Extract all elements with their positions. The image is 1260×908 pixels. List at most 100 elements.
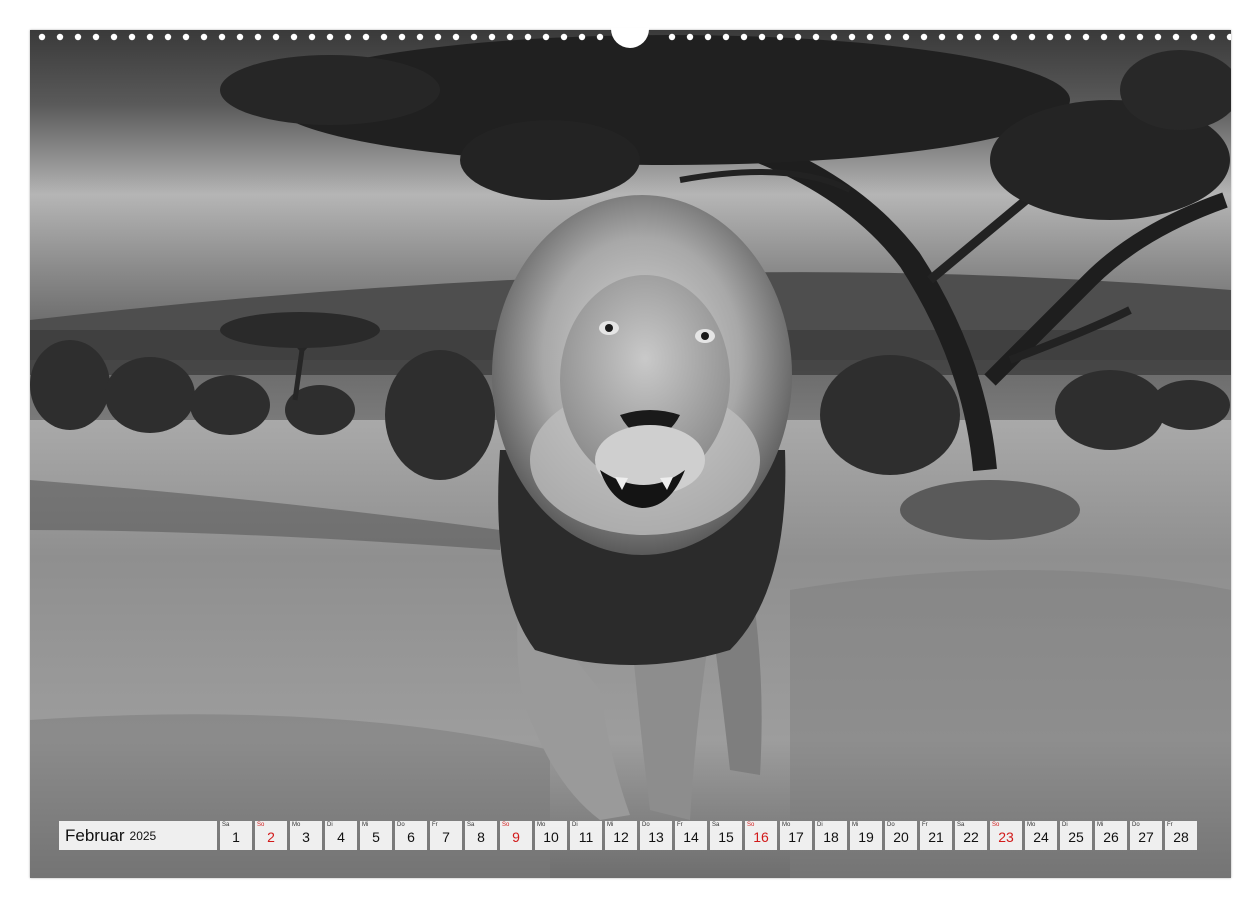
binding-hole	[164, 33, 172, 41]
day-cell: Mi 19	[850, 821, 882, 850]
weekday-label: Mi	[1097, 822, 1104, 828]
binding-hole	[1100, 33, 1108, 41]
binding-hole	[1010, 33, 1018, 41]
binding-hole	[830, 33, 838, 41]
day-cell: Di 11	[570, 821, 602, 850]
day-number: 12	[613, 829, 629, 845]
binding-hole	[524, 33, 532, 41]
day-number: 10	[543, 829, 559, 845]
binding-hole	[1028, 33, 1036, 41]
weekday-label: Fr	[432, 822, 438, 828]
day-number: 18	[823, 829, 839, 845]
calendar-page	[30, 30, 1231, 878]
day-number: 20	[893, 829, 909, 845]
month-label: Februar 2025	[59, 821, 217, 850]
binding-hole	[704, 33, 712, 41]
binding-hole	[1190, 33, 1198, 41]
day-number: 13	[648, 829, 664, 845]
weekday-label: Mi	[852, 822, 859, 828]
binding-hole	[884, 33, 892, 41]
binding-hole	[38, 33, 46, 41]
day-cell: Mi 12	[605, 821, 637, 850]
binding-hole	[794, 33, 802, 41]
day-cell: So 2	[255, 821, 287, 850]
binding-hole	[812, 33, 820, 41]
day-cell: Mo 24	[1025, 821, 1057, 850]
binding-hole	[848, 33, 856, 41]
binding-hole	[218, 33, 226, 41]
day-number: 7	[442, 829, 450, 845]
day-number: 1	[232, 829, 240, 845]
binding-hole	[992, 33, 1000, 41]
weekday-label: Mo	[1027, 822, 1036, 828]
weekday-label: Do	[397, 822, 405, 828]
weekday-label: Fr	[922, 822, 928, 828]
binding-hole	[416, 33, 424, 41]
binding-hole	[506, 33, 514, 41]
day-cell: Fr 28	[1165, 821, 1197, 850]
binding-hole	[452, 33, 460, 41]
binding-hole	[488, 33, 496, 41]
binding-hole	[308, 33, 316, 41]
weekday-label: So	[257, 822, 265, 828]
weekday-label: Di	[327, 822, 333, 828]
binding-hole	[938, 33, 946, 41]
binding-hole	[1208, 33, 1216, 41]
binding-hole	[74, 33, 82, 41]
year: 2025	[129, 828, 157, 843]
day-cell: Sa 8	[465, 821, 497, 850]
day-cell: Do 13	[640, 821, 672, 850]
day-number: 6	[407, 829, 415, 845]
weekday-label: Mo	[537, 822, 546, 828]
day-cell: Fr 21	[920, 821, 952, 850]
binding-hole	[758, 33, 766, 41]
day-cell: Di 25	[1060, 821, 1092, 850]
binding-hole	[254, 33, 262, 41]
weekday-label: Mi	[607, 822, 614, 828]
binding-hole	[236, 33, 244, 41]
day-number: 16	[753, 829, 769, 845]
day-cell: Mo 10	[535, 821, 567, 850]
binding-hole	[920, 33, 928, 41]
binding-hole	[956, 33, 964, 41]
binding-hole	[866, 33, 874, 41]
weekday-label: So	[502, 822, 510, 828]
day-number: 15	[718, 829, 734, 845]
binding-hole	[686, 33, 694, 41]
day-cell: Fr 14	[675, 821, 707, 850]
weekday-label: Fr	[1167, 822, 1173, 828]
day-number: 8	[477, 829, 485, 845]
binding-hole	[362, 33, 370, 41]
day-number: 17	[788, 829, 804, 845]
binding-hole	[578, 33, 586, 41]
binding-hole	[1154, 33, 1162, 41]
binding-hole	[722, 33, 730, 41]
binding-hole	[398, 33, 406, 41]
day-cell: So 23	[990, 821, 1022, 850]
calendar-strip: Februar 2025 Sa 1 So 2 Mo 3 Di 4 Mi 5 Do 6 Fr 7 Sa 8 So 9…	[59, 821, 1197, 850]
day-number: 24	[1033, 829, 1049, 845]
day-cell: Do 20	[885, 821, 917, 850]
day-cell: Mo 3	[290, 821, 322, 850]
day-number: 21	[928, 829, 944, 845]
binding-hole	[1082, 33, 1090, 41]
binding-hole	[200, 33, 208, 41]
day-cell: Mi 5	[360, 821, 392, 850]
day-cell: So 16	[745, 821, 777, 850]
binding-hole	[1118, 33, 1126, 41]
binding-hole	[902, 33, 910, 41]
weekday-label: Fr	[677, 822, 683, 828]
day-number: 23	[998, 829, 1014, 845]
binding-hole	[56, 33, 64, 41]
day-number: 28	[1173, 829, 1189, 845]
binding-hole	[1046, 33, 1054, 41]
binding-hole	[182, 33, 190, 41]
day-number: 3	[302, 829, 310, 845]
binding-hole	[326, 33, 334, 41]
weekday-label: Di	[817, 822, 823, 828]
day-cell: Sa 22	[955, 821, 987, 850]
binding-hole	[668, 33, 676, 41]
binding-hole	[380, 33, 388, 41]
day-number: 2	[267, 829, 275, 845]
day-cell: Do 6	[395, 821, 427, 850]
